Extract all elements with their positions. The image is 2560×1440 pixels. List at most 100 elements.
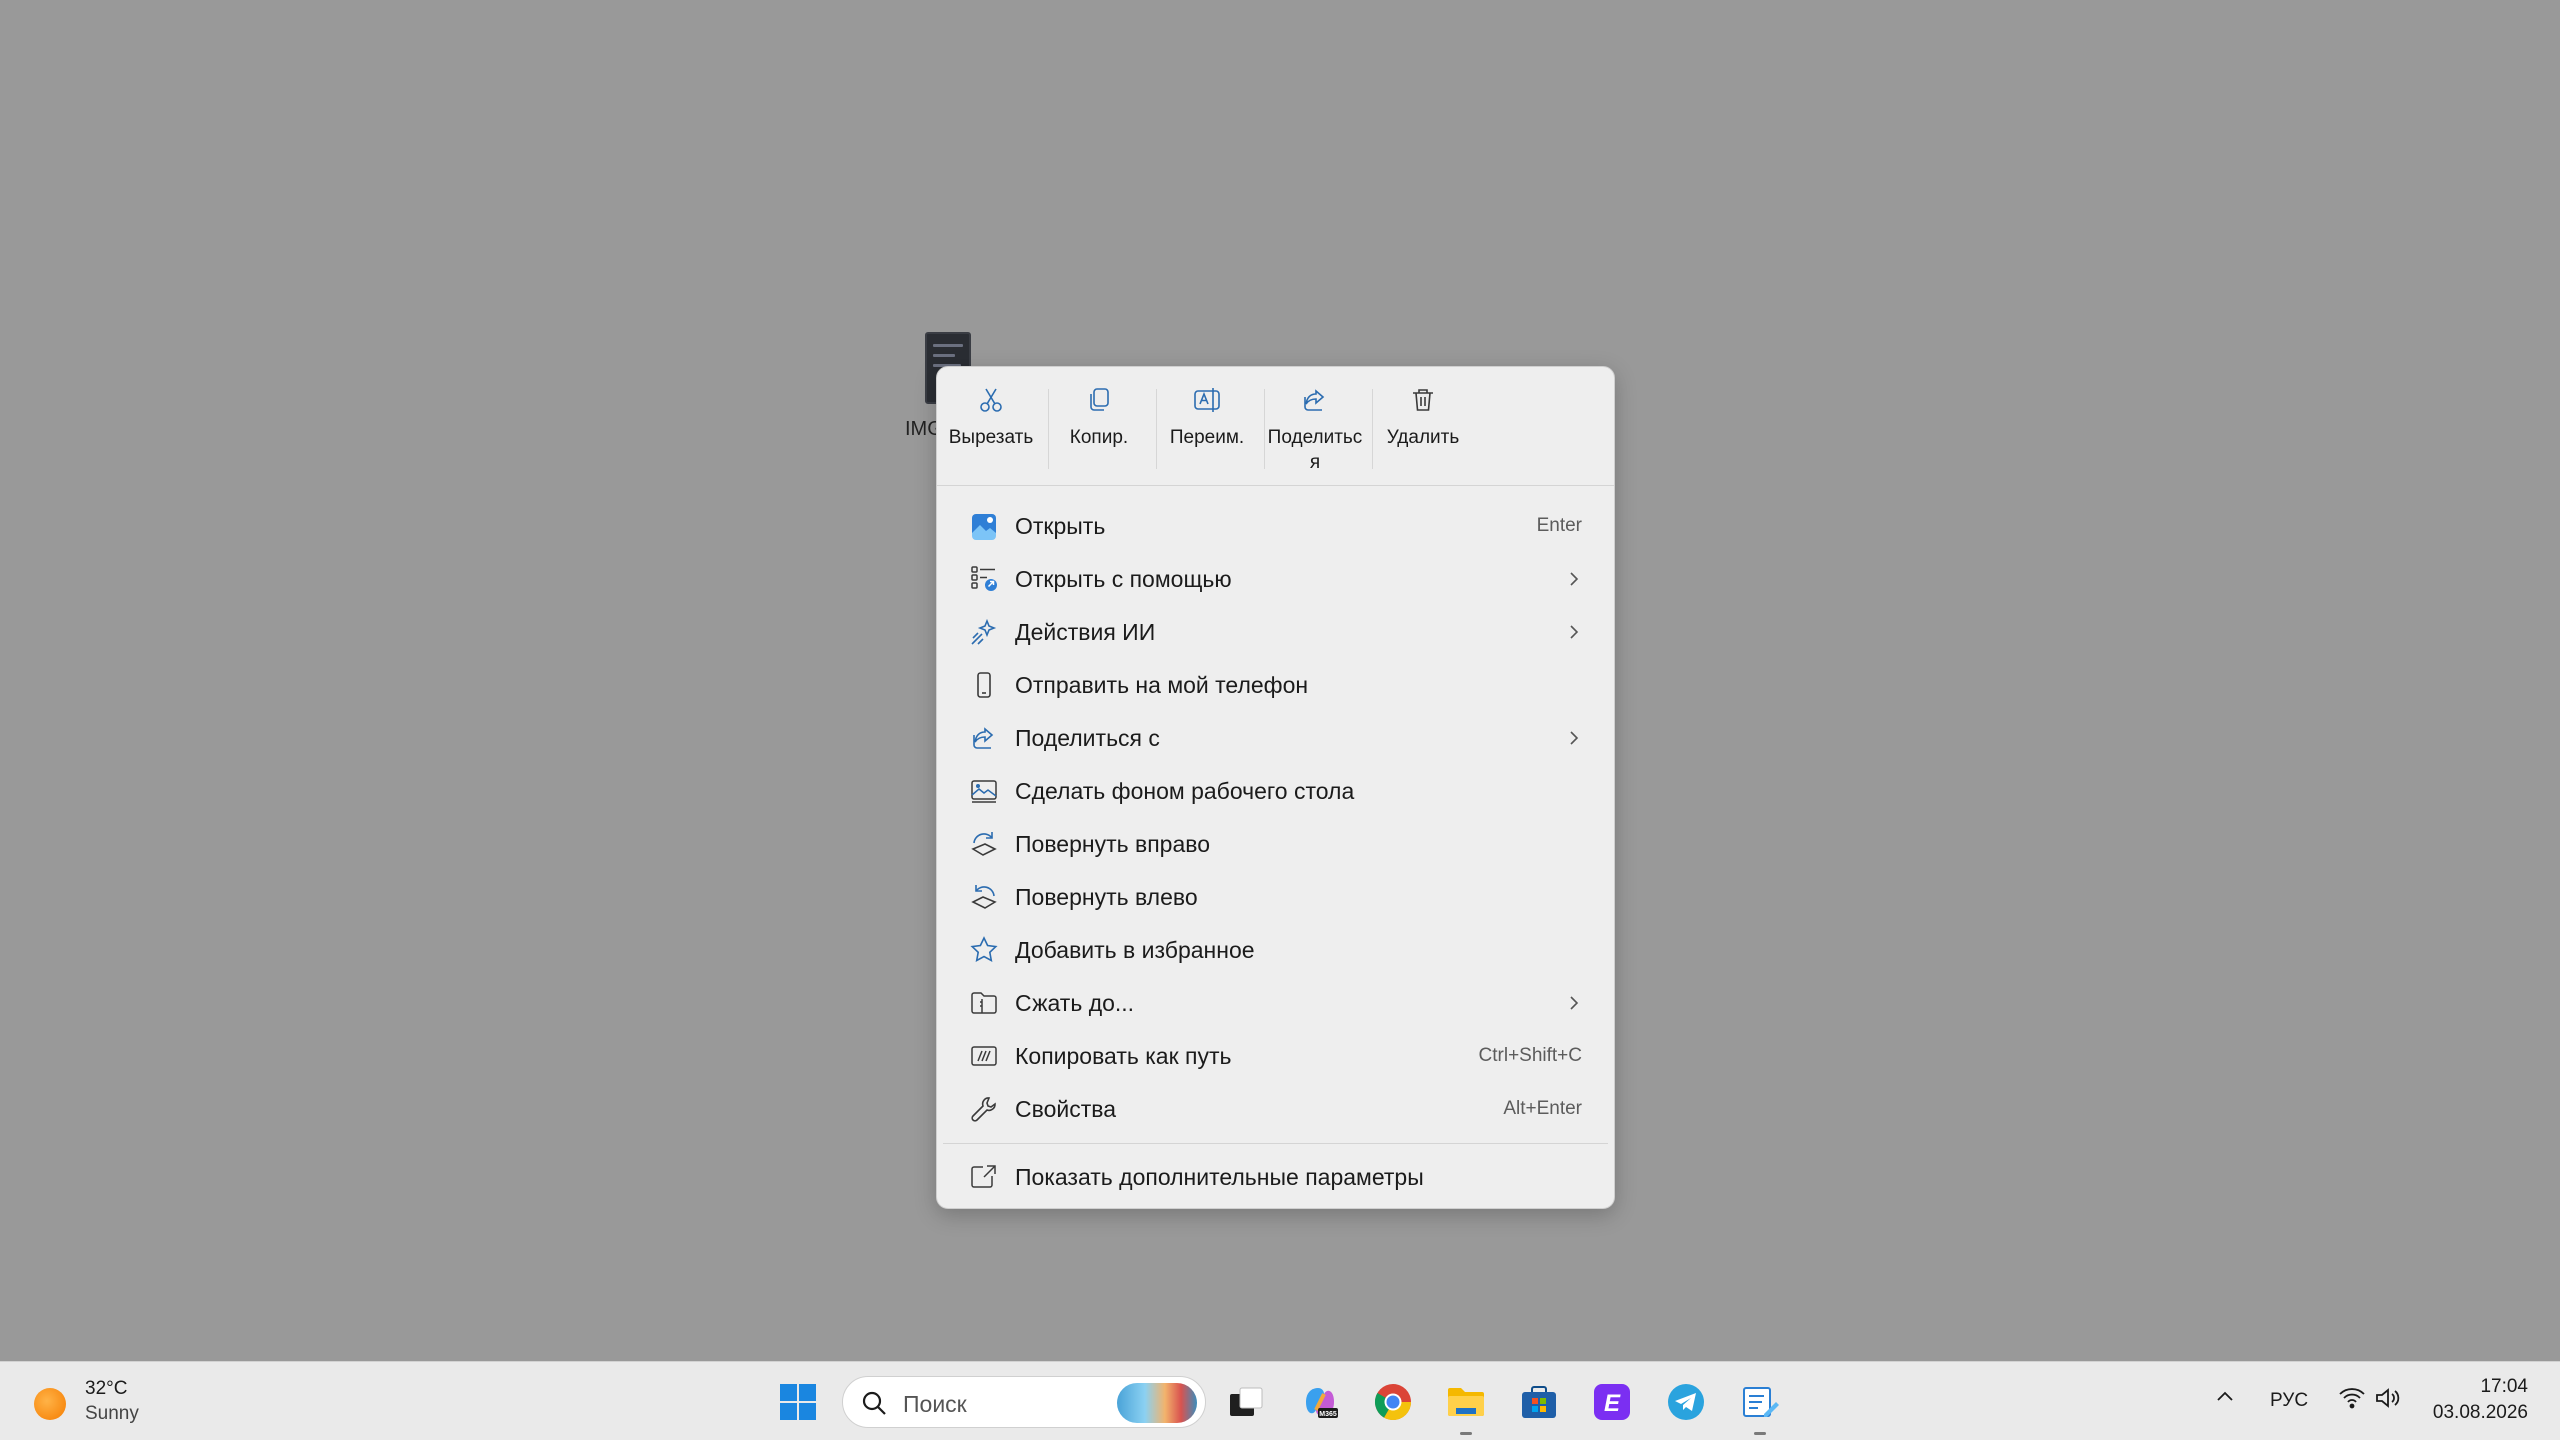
search-icon: [862, 1391, 886, 1415]
chevron-right-icon: [1570, 731, 1579, 745]
menu-item-show-more-options[interactable]: Показать дополнительные параметры: [943, 1152, 1608, 1202]
menu-item-label: Открыть: [1015, 512, 1106, 539]
windows-start-icon: [780, 1384, 816, 1420]
menu-item-rotate-right[interactable]: Повернуть вправо: [943, 819, 1608, 869]
ms-store-button[interactable]: [1517, 1380, 1561, 1424]
chevron-right-icon: [1570, 572, 1579, 586]
menu-item-label: Поделиться с: [1015, 724, 1160, 751]
trash-icon: [1413, 389, 1433, 411]
menu-item-label: Сделать фоном рабочего стола: [1015, 777, 1355, 804]
language-indicator[interactable]: РУС: [2270, 1390, 2308, 1412]
share-label: Поделиться: [1267, 427, 1363, 473]
elevenlabs-app-icon: E: [1594, 1384, 1630, 1420]
menu-item-open[interactable]: Открыть Enter: [943, 501, 1608, 551]
menu-item-label: Копировать как путь: [1015, 1042, 1232, 1069]
cut-label: Вырезать: [948, 427, 1034, 448]
m365-copilot-icon: M365: [1306, 1388, 1338, 1418]
ai-sparkle-icon: [971, 618, 997, 645]
menu-item-set-wallpaper[interactable]: Сделать фоном рабочего стола: [943, 766, 1608, 816]
svg-text:E: E: [1604, 1390, 1621, 1417]
menu-item-copy-as-path[interactable]: Копировать как путь Ctrl+Shift+C: [943, 1031, 1608, 1081]
start-button[interactable]: [776, 1380, 820, 1424]
weather-temp: 32°C: [85, 1378, 128, 1399]
copy-path-icon: [971, 1046, 997, 1066]
running-indicator: [1754, 1432, 1766, 1435]
task-view-button[interactable]: [1224, 1380, 1268, 1424]
sun-icon: [34, 1388, 66, 1420]
menu-item-share-with[interactable]: Поделиться с: [943, 713, 1608, 763]
show-hidden-icons-button[interactable]: [2214, 1386, 2236, 1408]
menu-item-label: Добавить в избранное: [1015, 936, 1255, 963]
wallpaper-icon: [971, 780, 997, 803]
chevron-up-icon: [2217, 1391, 2233, 1401]
file-explorer-icon: [1448, 1388, 1484, 1416]
menu-item-rotate-left[interactable]: Повернуть влево: [943, 872, 1608, 922]
share-icon: [1304, 389, 1325, 411]
menu-separator: [943, 1143, 1608, 1144]
m365-copilot-button[interactable]: M365: [1298, 1380, 1342, 1424]
menu-item-shortcut: Alt+Enter: [1503, 1098, 1582, 1119]
menu-item-label: Повернуть вправо: [1015, 830, 1210, 857]
copy-icon: [1090, 388, 1109, 411]
ms-store-icon: [1522, 1386, 1556, 1418]
menu-item-ai-actions[interactable]: Действия ИИ: [943, 607, 1608, 657]
share-button[interactable]: Поделиться: [1261, 383, 1369, 479]
search-highlight-image: [1117, 1383, 1197, 1423]
wrench-icon: [971, 1097, 996, 1122]
menu-item-label: Повернуть влево: [1015, 883, 1198, 910]
menu-item-label: Свойства: [1015, 1095, 1116, 1122]
zip-folder-icon: [971, 992, 997, 1014]
rotate-right-icon: [971, 832, 997, 856]
chevron-right-icon: [1570, 996, 1579, 1010]
menu-item-shortcut: Enter: [1536, 515, 1582, 536]
task-view-icon: [1230, 1387, 1263, 1416]
notepad-pen-icon: [1743, 1387, 1779, 1417]
menu-item-send-to-phone[interactable]: Отправить на мой телефон: [943, 660, 1608, 710]
running-indicator: [1460, 1432, 1472, 1435]
taskbar-clock[interactable]: 17:04 03.08.2026: [2433, 1374, 2528, 1426]
menu-item-label: Открыть с помощью: [1015, 565, 1232, 592]
chrome-button[interactable]: [1371, 1380, 1415, 1424]
quick-actions-bar: Вырезать Копир. Переим. Поделиться Удали…: [937, 367, 1614, 486]
cut-button[interactable]: Вырезать: [937, 383, 1045, 479]
taskbar-search[interactable]: Поиск: [842, 1376, 1206, 1428]
network-button[interactable]: [2338, 1386, 2366, 1410]
delete-button[interactable]: Удалить: [1369, 383, 1477, 479]
clock-time: 17:04: [2480, 1376, 2528, 1397]
menu-item-properties[interactable]: Свойства Alt+Enter: [943, 1084, 1608, 1134]
more-options-icon: [971, 1165, 996, 1188]
menu-item-add-favorite[interactable]: Добавить в избранное: [943, 925, 1608, 975]
star-icon: [970, 936, 998, 963]
phone-icon: [977, 672, 991, 698]
menu-item-compress[interactable]: Сжать до...: [943, 978, 1608, 1028]
notepad-button[interactable]: [1738, 1380, 1782, 1424]
rename-icon: [1194, 388, 1220, 412]
menu-item-open-with[interactable]: Открыть с помощью: [943, 554, 1608, 604]
e-app-button[interactable]: E: [1590, 1380, 1634, 1424]
menu-item-label: Сжать до...: [1015, 989, 1135, 1016]
rename-label: Переим.: [1169, 427, 1245, 448]
speaker-icon: [2376, 1388, 2400, 1408]
photos-app-icon: [972, 514, 996, 540]
file-explorer-button[interactable]: [1444, 1380, 1488, 1424]
rotate-left-icon: [971, 885, 997, 909]
weather-condition: Sunny: [85, 1403, 139, 1424]
clock-date: 03.08.2026: [2432, 1402, 2528, 1423]
copy-button[interactable]: Копир.: [1045, 383, 1153, 479]
context-menu: Вырезать Копир. Переим. Поделиться Удали…: [936, 366, 1615, 1209]
copy-label: Копир.: [1069, 427, 1129, 448]
chrome-icon: [1374, 1384, 1411, 1421]
search-placeholder: Поиск: [903, 1391, 967, 1417]
menu-item-label: Отправить на мой телефон: [1015, 671, 1309, 698]
telegram-button[interactable]: [1664, 1380, 1708, 1424]
telegram-icon: [1668, 1384, 1704, 1420]
svg-text:M365: M365: [1319, 1411, 1337, 1418]
menu-item-shortcut: Ctrl+Shift+C: [1478, 1045, 1582, 1066]
wifi-icon: [2339, 1388, 2365, 1409]
volume-button[interactable]: [2374, 1386, 2404, 1410]
menu-item-label: Показать дополнительные параметры: [1015, 1163, 1424, 1190]
chevron-right-icon: [1570, 625, 1579, 639]
taskbar: 32°C Sunny Поиск M365 E РУС 17:04 03.08.…: [0, 1361, 2560, 1440]
rename-button[interactable]: Переим.: [1153, 383, 1261, 479]
delete-label: Удалить: [1386, 427, 1460, 448]
